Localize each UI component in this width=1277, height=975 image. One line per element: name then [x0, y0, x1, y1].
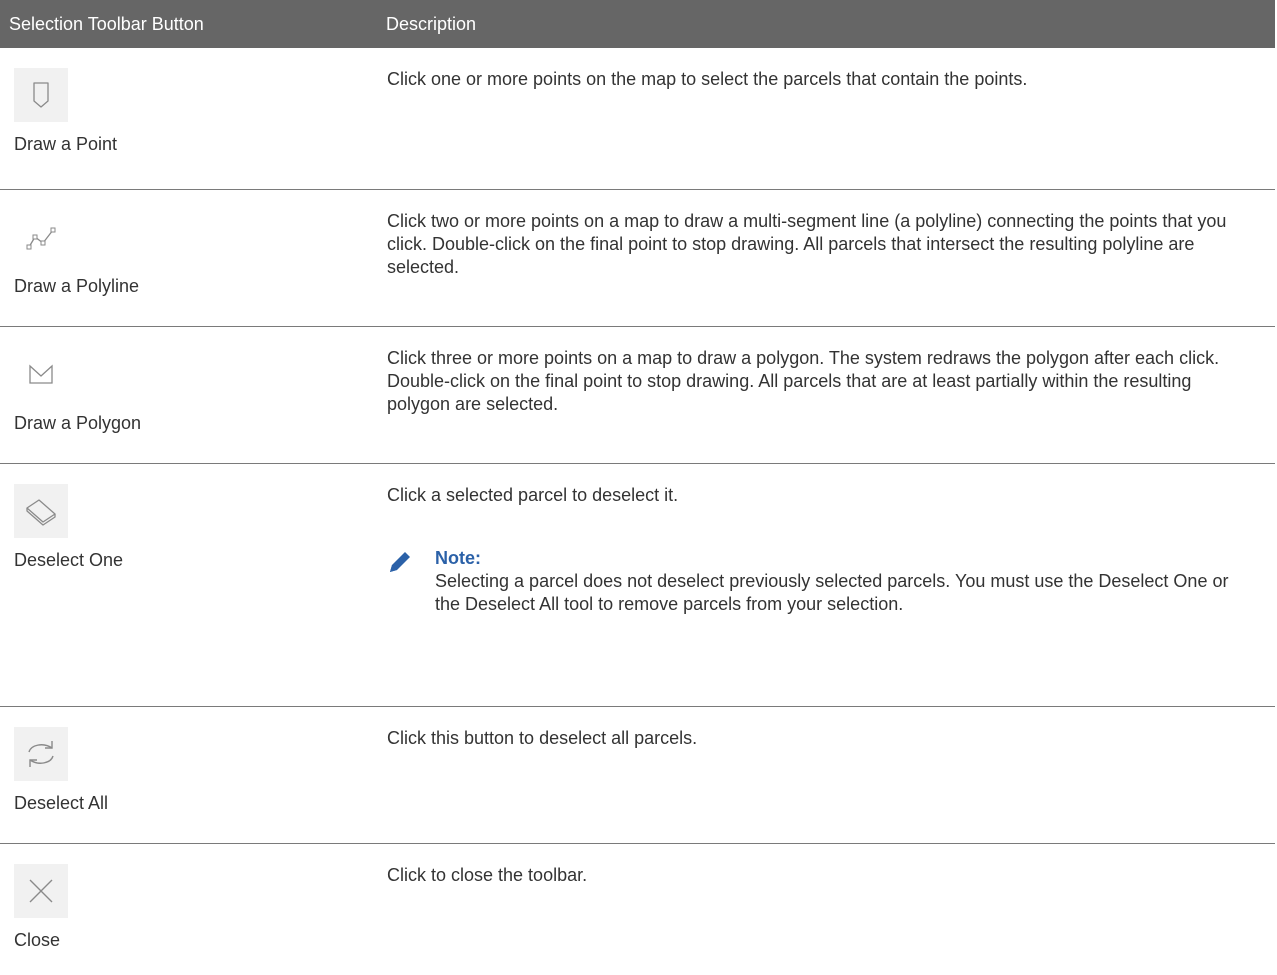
table-row: Draw a Point Click one or more points on…	[0, 48, 1275, 190]
button-label: Deselect One	[14, 550, 124, 570]
polyline-icon[interactable]	[14, 210, 68, 264]
note-block: Note: Selecting a parcel does not desele…	[387, 547, 1245, 616]
button-label: Draw a Polygon	[14, 413, 142, 433]
row-description: Click three or more points on a map to d…	[387, 348, 1220, 414]
note-title: Note:	[435, 548, 481, 568]
pencil-icon	[387, 549, 413, 581]
toolbar-buttons-table: Selection Toolbar Button Description Dra…	[0, 0, 1275, 974]
table-header: Selection Toolbar Button Description	[0, 0, 1275, 48]
refresh-icon[interactable]	[14, 727, 68, 781]
row-description: Click a selected parcel to deselect it.	[387, 485, 679, 505]
close-icon[interactable]	[14, 864, 68, 918]
row-description: Click one or more points on the map to s…	[387, 69, 1028, 89]
button-label: Draw a Polyline	[14, 276, 140, 296]
button-label: Draw a Point	[14, 134, 118, 154]
point-icon[interactable]	[14, 68, 68, 122]
row-description: Click two or more points on a map to dra…	[387, 211, 1227, 277]
button-label: Deselect All	[14, 793, 109, 813]
eraser-icon[interactable]	[14, 484, 68, 538]
table-row: Close Click to close the toolbar.	[0, 844, 1275, 974]
table-row: Draw a Polygon Click three or more point…	[0, 327, 1275, 464]
button-label: Close	[14, 930, 61, 950]
header-description-column: Description	[386, 13, 477, 34]
table-row: Draw a Polyline Click two or more points…	[0, 190, 1275, 327]
header-button-column: Selection Toolbar Button	[9, 13, 204, 34]
row-description: Click to close the toolbar.	[387, 865, 588, 885]
row-description: Click this button to deselect all parcel…	[387, 728, 698, 748]
table-row: Deselect One Click a selected parcel to …	[0, 464, 1275, 707]
note-text: Selecting a parcel does not deselect pre…	[435, 571, 1229, 614]
table-row: Deselect All Click this button to desele…	[0, 707, 1275, 844]
polygon-icon[interactable]	[14, 347, 68, 401]
